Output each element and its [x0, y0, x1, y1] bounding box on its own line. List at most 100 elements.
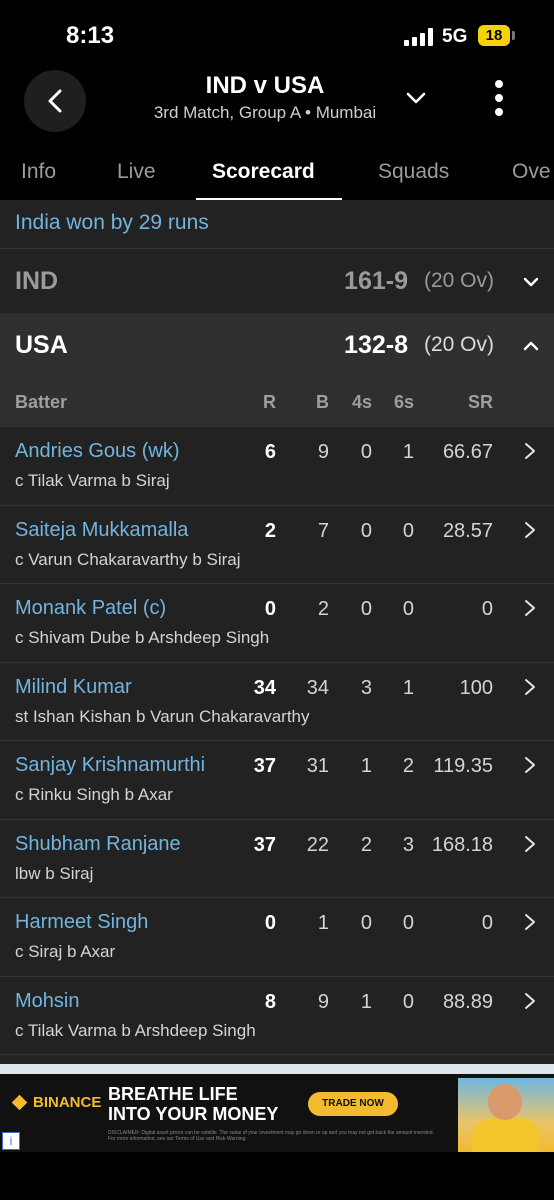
chevron-left-icon: [48, 89, 62, 113]
batter-row[interactable]: Shubham Ranjane lbw b Siraj 37 22 2 3 168.18: [0, 819, 554, 898]
batter-name: Harmeet Singh: [15, 911, 149, 933]
sixes-value: 0: [402, 912, 414, 934]
sixes-value: 1: [402, 676, 414, 699]
sixes-value: 1: [402, 441, 414, 463]
sixes-value: 0: [402, 990, 414, 1013]
dismissal-text: c Varun Chakaravarthy b Siraj: [15, 549, 241, 569]
batting-table-header: Batter R B 4s 6s SR: [0, 377, 554, 427]
team-name: USA: [15, 331, 68, 359]
batter-name: Andries Gous (wk): [15, 440, 180, 462]
innings-header-ind[interactable]: IND 161-9 (20 Ov): [0, 249, 554, 313]
ad-banner[interactable]: BINANCE BREATHE LIFE INTO YOUR MONEY TRA…: [0, 1064, 554, 1152]
ad-content: BINANCE BREATHE LIFE INTO YOUR MONEY TRA…: [0, 1074, 554, 1152]
chevron-right-icon: [525, 678, 535, 695]
fours-value: 0: [360, 519, 372, 542]
ad-image-shirt: [472, 1118, 540, 1152]
fours-value: 0: [360, 912, 372, 934]
ad-headline: BREATHE LIFE INTO YOUR MONEY: [108, 1084, 278, 1124]
batter-row[interactable]: Mohsin c Tilak Varma b Arshdeep Singh 8 9 1 0…: [0, 976, 554, 1055]
col-balls: B: [316, 392, 329, 412]
balls-value: 7: [317, 519, 329, 542]
chevron-up-icon: [523, 341, 539, 351]
scorecard-content: India won by 29 runs IND 161-9 (20 Ov) U…: [0, 200, 554, 1064]
dismissal-text: lbw b Siraj: [15, 863, 94, 883]
chevron-right-icon: [525, 992, 535, 1009]
batter-name: Milind Kumar: [15, 675, 132, 698]
match-title: IND v USA: [205, 72, 325, 99]
batter-row[interactable]: Saiteja Mukkamalla c Varun Chakaravarthy …: [0, 505, 554, 584]
strike-rate-value: 100: [459, 676, 493, 699]
network-type: 5G: [442, 26, 468, 47]
strike-rate-value: 168.18: [431, 833, 493, 856]
balls-value: 31: [306, 755, 329, 777]
tab-live[interactable]: Live: [117, 160, 156, 184]
tab-bar: Info Live Scorecard Squads Ove: [0, 154, 554, 200]
batter-row[interactable]: Andries Gous (wk) c Tilak Varma b Siraj 6 9…: [0, 427, 554, 506]
tab-squads[interactable]: Squads: [378, 160, 449, 184]
tab-info[interactable]: Info: [21, 160, 56, 184]
ad-disclaimer: DISCLAIMER: Digital asset prices can be …: [108, 1130, 434, 1142]
signal-icon: [404, 28, 436, 46]
ad-image: [458, 1078, 554, 1152]
ad-info-icon[interactable]: i: [2, 1132, 20, 1150]
col-fours: 4s: [351, 392, 372, 412]
dismissal-text: c Tilak Varma b Siraj: [15, 471, 170, 490]
col-batter: Batter: [15, 392, 68, 412]
strike-rate-value: 28.57: [442, 519, 493, 542]
balls-value: 2: [317, 598, 329, 620]
col-runs: R: [263, 392, 276, 412]
strike-rate-value: 0: [481, 598, 493, 620]
runs-value: 34: [253, 676, 276, 699]
runs-value: 0: [264, 598, 276, 620]
fours-value: 1: [360, 990, 372, 1013]
dismissal-text: c Tilak Varma b Arshdeep Singh: [15, 1020, 256, 1040]
fours-value: 1: [360, 755, 372, 777]
balls-value: 34: [306, 676, 329, 699]
batter-row[interactable]: Sanjay Krishnamurthi c Rinku Singh b Axar…: [0, 741, 554, 820]
binance-icon: [11, 1094, 28, 1111]
batter-name: Saiteja Mukkamalla: [15, 518, 189, 541]
ad-headline-line2: INTO YOUR MONEY: [108, 1104, 279, 1124]
runs-value: 37: [253, 833, 276, 856]
fours-value: 0: [360, 441, 372, 463]
tab-overs[interactable]: Ove: [512, 160, 551, 184]
sixes-value: 2: [402, 755, 414, 777]
batter-row[interactable]: Monank Patel (c) c Shivam Dube b Arshdeep…: [0, 584, 554, 663]
innings-header-usa[interactable]: USA 132-8 (20 Ov): [0, 313, 554, 377]
back-button[interactable]: [24, 70, 86, 132]
strike-rate-value: 88.89: [442, 990, 493, 1013]
battery-icon: 18: [478, 25, 510, 46]
more-options-icon[interactable]: [488, 80, 510, 116]
sixes-value: 0: [402, 598, 414, 620]
result-text: India won by 29 runs: [15, 211, 209, 234]
team-score: 132-8: [344, 331, 408, 359]
trade-now-button[interactable]: TRADE NOW: [308, 1092, 398, 1116]
balls-value: 9: [317, 990, 329, 1013]
runs-value: 2: [264, 519, 276, 542]
status-time: 8:13: [66, 22, 115, 49]
brand-logo: BINANCE: [11, 1094, 101, 1111]
fours-value: 0: [360, 598, 372, 620]
match-result: India won by 29 runs: [0, 200, 554, 249]
col-strike-rate: SR: [467, 392, 493, 412]
runs-value: 37: [253, 755, 276, 777]
runs-value: 0: [264, 912, 276, 934]
batter-row[interactable]: Milind Kumar st Ishan Kishan b Varun Chak…: [0, 662, 554, 741]
ad-headline-line1: BREATHE LIFE: [108, 1084, 238, 1104]
batter-row[interactable]: Harmeet Singh c Siraj b Axar 0 1 0 0 0: [0, 898, 554, 977]
dismissal-text: c Rinku Singh b Axar: [15, 785, 173, 804]
chevron-right-icon: [525, 835, 535, 852]
dismissal-text: c Siraj b Axar: [15, 942, 116, 961]
chevron-down-icon[interactable]: [404, 86, 428, 110]
team-name: IND: [15, 267, 59, 295]
team-overs: (20 Ov): [423, 269, 494, 292]
batter-name: Sanjay Krishnamurthi: [15, 754, 206, 776]
chevron-right-icon: [525, 443, 535, 459]
chevron-down-icon: [523, 277, 539, 287]
tab-scorecard[interactable]: Scorecard: [212, 160, 315, 184]
dismissal-text: c Shivam Dube b Arshdeep Singh: [15, 628, 270, 647]
chevron-right-icon: [525, 914, 535, 930]
battery-tip: [512, 31, 515, 40]
balls-value: 1: [317, 912, 329, 934]
sixes-value: 3: [402, 833, 414, 856]
